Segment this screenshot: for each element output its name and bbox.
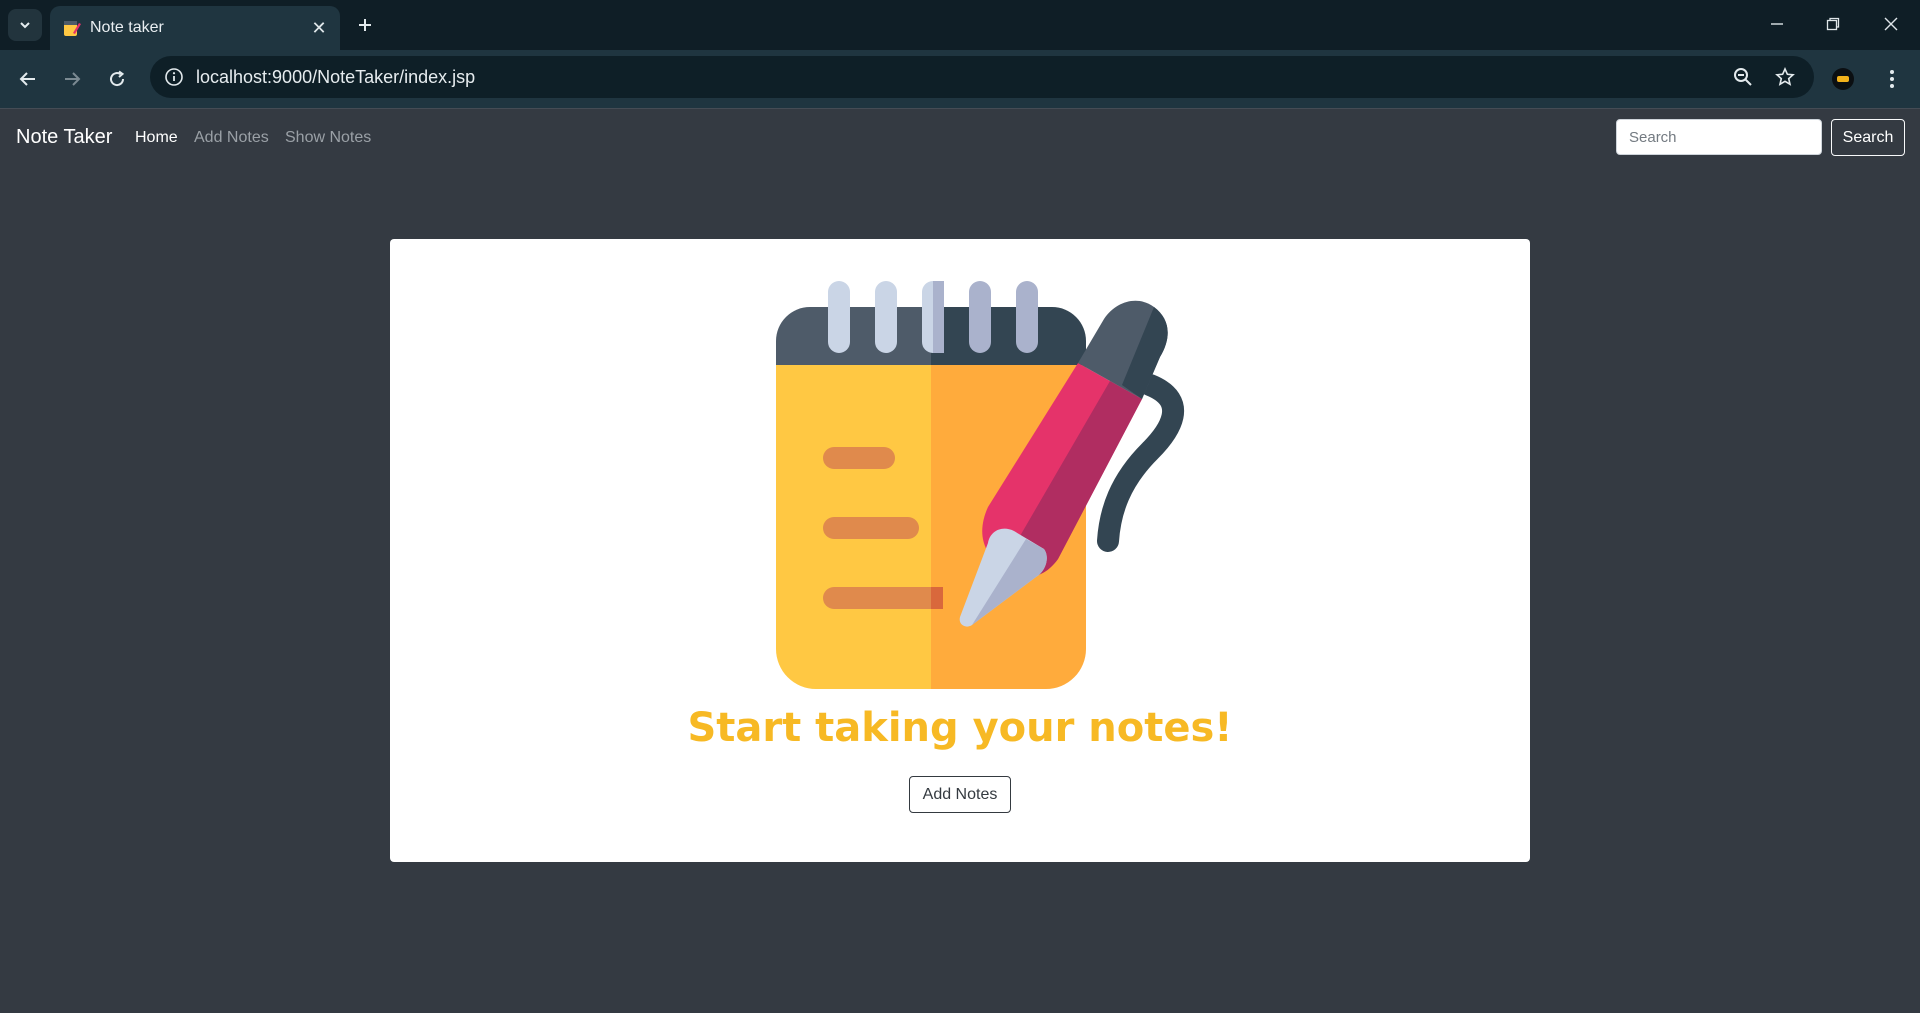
arrow-left-icon bbox=[19, 72, 35, 86]
minimize-icon bbox=[1771, 23, 1783, 25]
browser-toolbar: localhost:9000/NoteTaker/index.jsp bbox=[0, 50, 1920, 108]
close-icon bbox=[1884, 17, 1898, 31]
arrow-right-icon bbox=[65, 72, 81, 86]
tab-close-icon[interactable]: ✕ bbox=[306, 15, 332, 41]
browser-tab[interactable]: Note taker ✕ bbox=[50, 6, 340, 50]
chevron-down-icon bbox=[20, 22, 30, 29]
reload-icon bbox=[110, 70, 125, 87]
url-text[interactable]: localhost:9000/NoteTaker/index.jsp bbox=[196, 67, 475, 88]
hero-headline: Start taking your notes! bbox=[687, 705, 1233, 751]
nav-link-add-notes[interactable]: Add Notes bbox=[194, 129, 269, 147]
tab-title: Note taker bbox=[90, 19, 164, 36]
nav-link-home[interactable]: Home bbox=[135, 129, 178, 147]
new-tab-button[interactable] bbox=[350, 10, 380, 40]
minimize-button[interactable] bbox=[1754, 6, 1800, 42]
plus-icon bbox=[359, 19, 371, 31]
restore-button[interactable] bbox=[1810, 6, 1856, 42]
close-window-button[interactable] bbox=[1868, 6, 1914, 42]
site-info-icon[interactable] bbox=[162, 65, 186, 89]
site-navbar: Note Taker Home Add Notes Show Notes Sea… bbox=[0, 108, 1920, 167]
search-button[interactable]: Search bbox=[1831, 119, 1905, 156]
add-notes-button[interactable]: Add Notes bbox=[909, 776, 1011, 813]
browser-tabstrip: Note taker ✕ bbox=[0, 0, 1920, 50]
forward-button[interactable] bbox=[54, 61, 90, 97]
nav-link-show-notes[interactable]: Show Notes bbox=[285, 129, 371, 147]
search-input[interactable] bbox=[1616, 119, 1822, 155]
browser-menu-button[interactable] bbox=[1880, 64, 1904, 94]
tab-search-button[interactable] bbox=[8, 9, 42, 41]
more-vertical-icon bbox=[1890, 70, 1894, 88]
hero-card: Start taking your notes! Add Notes bbox=[390, 239, 1530, 862]
notepad-with-pen-icon bbox=[776, 281, 1184, 689]
notepad-favicon-icon bbox=[64, 21, 81, 36]
bookmark-star-icon[interactable] bbox=[1772, 64, 1798, 90]
back-button[interactable] bbox=[10, 61, 46, 97]
navbar-brand[interactable]: Note Taker bbox=[16, 126, 112, 149]
reload-button[interactable] bbox=[99, 61, 135, 97]
restore-icon bbox=[1826, 17, 1840, 31]
extension-icon[interactable] bbox=[1832, 68, 1854, 90]
zoom-icon[interactable] bbox=[1730, 64, 1756, 90]
address-bar[interactable]: localhost:9000/NoteTaker/index.jsp bbox=[150, 56, 1814, 98]
